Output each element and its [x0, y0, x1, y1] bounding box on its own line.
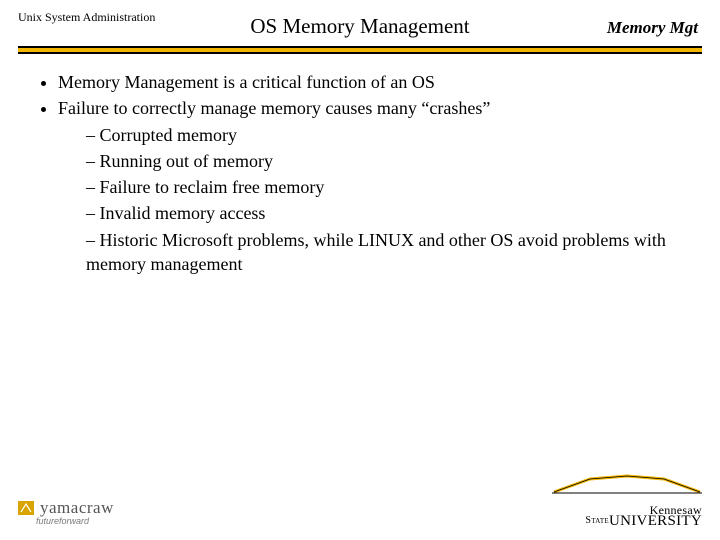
- yamacraw-icon: [18, 501, 34, 515]
- bullet-text: Failure to correctly manage memory cause…: [58, 98, 490, 118]
- slide-title: OS Memory Management: [250, 14, 469, 39]
- topic-label: Memory Mgt: [607, 18, 698, 38]
- bullet-list: Memory Management is a critical function…: [36, 70, 684, 276]
- yamacraw-logo: yamacraw futureforward: [18, 498, 114, 526]
- yamacraw-text: yamacraw: [40, 498, 114, 517]
- sub-bullet-item: Running out of memory: [86, 149, 684, 173]
- course-label: Unix System Administration: [18, 10, 155, 25]
- slide-footer: yamacraw futureforward Kennesaw StateUNI…: [0, 482, 720, 540]
- bullet-item: Memory Management is a critical function…: [58, 70, 684, 94]
- bullet-item: Failure to correctly manage memory cause…: [58, 96, 684, 276]
- slide-header: Unix System Administration OS Memory Man…: [0, 0, 720, 54]
- sub-bullet-item: Historic Microsoft problems, while LINUX…: [86, 228, 684, 277]
- sub-bullet-item: Corrupted memory: [86, 123, 684, 147]
- slide-body: Memory Management is a critical function…: [36, 70, 684, 278]
- kennesaw-state-text: State: [585, 515, 609, 526]
- kennesaw-arch-icon: [552, 474, 702, 494]
- divider-rule: [18, 46, 702, 54]
- sub-bullet-item: Failure to reclaim free memory: [86, 175, 684, 199]
- kennesaw-logo: Kennesaw StateUNIVERSITY: [552, 474, 702, 530]
- kennesaw-text: Kennesaw: [650, 503, 702, 517]
- sub-bullet-item: Invalid memory access: [86, 201, 684, 225]
- sub-bullet-list: Corrupted memory Running out of memory F…: [58, 123, 684, 277]
